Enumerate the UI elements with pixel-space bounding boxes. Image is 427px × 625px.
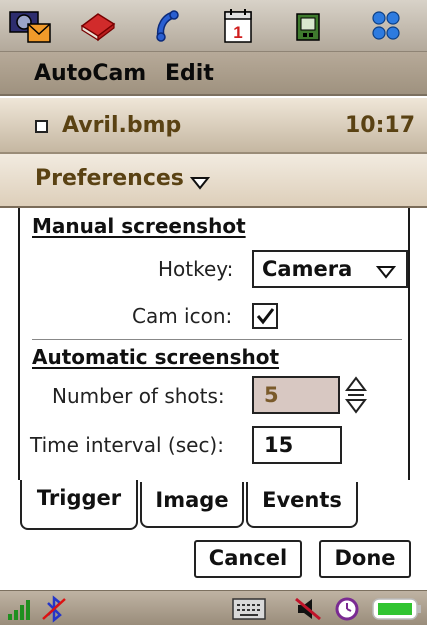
interval-value: 15 [264, 433, 294, 457]
phone-icon[interactable] [148, 6, 188, 46]
phone-screen: 1 AutoCam Edit Avril.bmp 10:17 Preferenc… [0, 0, 427, 625]
section-divider [32, 339, 402, 340]
tab-events[interactable]: Events [246, 482, 358, 528]
status-bar [0, 590, 427, 625]
checkmark-icon [256, 308, 275, 325]
shots-stepper[interactable] [344, 374, 368, 416]
shots-field[interactable]: 5 [252, 376, 340, 414]
battery-icon [372, 598, 421, 620]
keyboard-icon [232, 598, 266, 620]
cam-icon-checkbox[interactable] [252, 303, 278, 329]
automatic-screenshot-heading: Automatic screenshot [32, 345, 280, 369]
preferences-header[interactable]: Preferences [0, 154, 427, 208]
file-select-checkbox[interactable] [35, 120, 48, 133]
chevron-down-icon [376, 266, 396, 279]
menu-edit[interactable]: Edit [165, 61, 214, 86]
preferences-title: Preferences [35, 166, 184, 191]
alarm-clock-icon [335, 597, 359, 621]
hotkey-value: Camera [262, 257, 353, 281]
tab-image[interactable]: Image [140, 482, 244, 528]
hotkey-select[interactable]: Camera [252, 250, 408, 288]
calendar-icon[interactable]: 1 [218, 6, 258, 46]
manual-screenshot-heading: Manual screenshot [32, 214, 246, 238]
shots-label: Number of shots: [52, 384, 225, 408]
file-name: Avril.bmp [62, 113, 182, 138]
no-sound-icon [295, 597, 321, 621]
clock-time: 10:17 [344, 113, 415, 138]
menu-bar: AutoCam Edit [0, 52, 427, 96]
interval-field[interactable]: 15 [252, 426, 342, 464]
menu-autocam[interactable]: AutoCam [34, 61, 146, 86]
tab-trigger[interactable]: Trigger [20, 480, 138, 530]
preferences-panel: Manual screenshot Hotkey: Camera Cam ico… [18, 208, 410, 480]
tab-image-label: Image [155, 488, 229, 512]
chevron-down-icon [190, 177, 210, 190]
calendar-day-number: 1 [233, 23, 242, 42]
interval-label: Time interval (sec): [30, 433, 224, 457]
camera-messaging-icon[interactable] [8, 6, 51, 46]
tab-trigger-label: Trigger [36, 486, 122, 510]
media-icon[interactable] [288, 6, 328, 46]
tab-events-label: Events [262, 488, 342, 512]
signal-strength-icon [8, 600, 30, 620]
cam-icon-label: Cam icon: [132, 304, 233, 328]
hotkey-label: Hotkey: [158, 257, 234, 281]
shots-value: 5 [264, 383, 279, 407]
book-icon[interactable] [78, 6, 118, 46]
bluetooth-off-icon [42, 595, 66, 623]
file-title-bar: Avril.bmp 10:17 [0, 98, 427, 154]
app-icon-bar: 1 [0, 0, 427, 52]
apps-grid-icon[interactable] [366, 6, 406, 46]
cancel-button[interactable]: Cancel [194, 540, 302, 578]
done-button[interactable]: Done [319, 540, 411, 578]
tab-bar: Trigger Image Events [0, 480, 427, 532]
